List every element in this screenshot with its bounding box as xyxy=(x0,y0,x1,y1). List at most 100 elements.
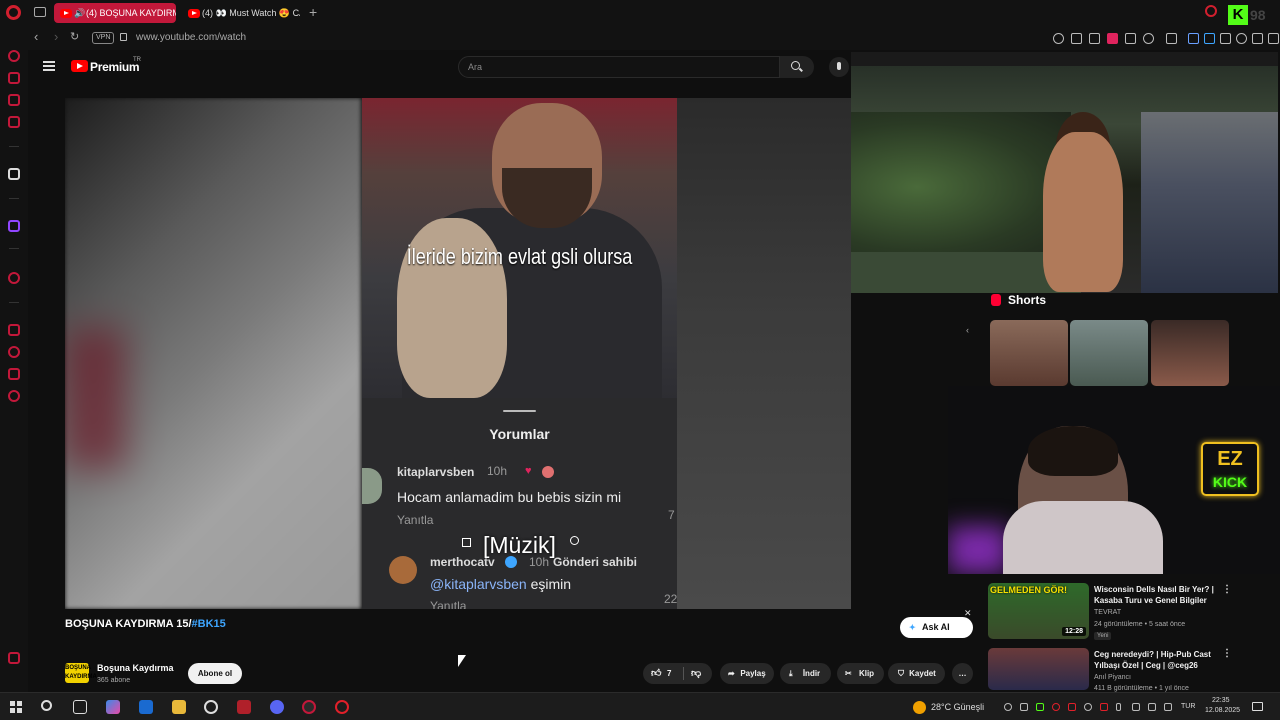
language-indicator[interactable]: TUR xyxy=(1181,703,1195,710)
more-icon[interactable]: ⋮ xyxy=(1222,584,1232,595)
shorts-prev-icon[interactable]: ‹ xyxy=(966,325,969,335)
subscribe-button[interactable]: Abone ol xyxy=(188,663,242,684)
tray-icon[interactable] xyxy=(1004,703,1012,711)
tab-audio-icon[interactable]: 🔊 xyxy=(74,3,85,23)
sidebar-aria-icon[interactable] xyxy=(8,50,20,62)
search-button[interactable] xyxy=(780,56,814,78)
microphone-icon[interactable] xyxy=(1116,703,1121,711)
sidebar-cube-icon[interactable] xyxy=(8,368,20,380)
sidebar-player-icon[interactable] xyxy=(8,272,20,284)
more-icon[interactable]: ⋮ xyxy=(1222,648,1232,659)
hashtag-link[interactable]: #BK15 xyxy=(192,618,226,630)
sidebar-history-icon[interactable] xyxy=(8,346,20,358)
sidebar-twitch-icon[interactable] xyxy=(8,220,20,232)
battery-icon[interactable] xyxy=(1164,703,1172,711)
sidebar-instagram-icon[interactable] xyxy=(8,116,20,128)
tab-boşuna-kaydirma[interactable]: 🔊 (4) BOŞUNA KAYDIRMA xyxy=(54,3,176,23)
sidebar-pin-icon[interactable] xyxy=(8,324,20,336)
clock-time[interactable]: 22:35 xyxy=(1212,697,1230,704)
bookmark-icon[interactable] xyxy=(1125,33,1136,44)
weather-text[interactable]: 28°C Güneşli xyxy=(931,702,984,712)
mention[interactable]: @kitaplarvsben xyxy=(430,576,527,592)
download-button[interactable]: ⤓ İndir xyxy=(780,663,831,684)
sidebar-bag-icon[interactable] xyxy=(8,72,20,84)
ask-ai-button[interactable]: Ask AI xyxy=(900,617,973,638)
short-thumbnail[interactable] xyxy=(1070,320,1148,386)
like-count[interactable]: 7 xyxy=(667,663,671,684)
menu-hamburger-icon[interactable] xyxy=(43,61,55,71)
weather-icon[interactable] xyxy=(913,701,926,714)
extension-red-icon[interactable] xyxy=(1107,33,1118,44)
youtube-premium-brand[interactable]: Premium xyxy=(90,60,140,74)
clip-button[interactable]: ✂ Klip xyxy=(837,663,884,684)
related-thumbnail[interactable] xyxy=(988,648,1089,690)
extensions-icon[interactable] xyxy=(1220,33,1231,44)
file-explorer-icon[interactable] xyxy=(172,700,186,714)
network-icon[interactable] xyxy=(1132,703,1140,711)
windows-start-icon[interactable] xyxy=(10,701,22,713)
sidebar-app-icon[interactable] xyxy=(8,168,20,180)
translate-icon[interactable] xyxy=(1204,33,1215,44)
pin-icon[interactable] xyxy=(1071,33,1082,44)
task-view-icon[interactable] xyxy=(73,700,87,714)
copilot-icon[interactable] xyxy=(106,700,120,714)
media-app-icon[interactable] xyxy=(237,700,251,714)
voice-search-icon[interactable] xyxy=(829,57,849,77)
tray-icon[interactable] xyxy=(1100,703,1108,711)
related-thumbnail[interactable]: GELMEDEN GÖR! 12:28 xyxy=(988,583,1089,639)
tab-must-watch[interactable]: (4) 👀 Must Watch 😍 CA xyxy=(182,3,300,23)
back-icon[interactable]: ‹ xyxy=(34,29,38,44)
taskbar-search-icon[interactable] xyxy=(41,700,52,711)
lock-icon[interactable] xyxy=(120,33,127,41)
url-field[interactable]: www.youtube.com/watch xyxy=(136,32,246,43)
sidebar-messenger-icon[interactable] xyxy=(8,94,20,106)
vpn-badge[interactable]: VPN xyxy=(92,32,115,44)
new-tab-button[interactable]: + xyxy=(309,4,317,20)
forward-icon[interactable]: › xyxy=(54,29,58,44)
related-title[interactable]: Wisconsin Dells Nasıl Bir Yer? | Kasaba … xyxy=(1094,584,1216,606)
share-button[interactable]: ➦ Paylaş xyxy=(720,663,774,684)
tab-overview-icon[interactable] xyxy=(34,7,46,17)
menu-icon[interactable] xyxy=(1268,33,1279,44)
download-icon[interactable] xyxy=(1252,33,1263,44)
reply-link[interactable]: Yanıtla xyxy=(397,513,433,527)
snapshot-icon[interactable] xyxy=(1089,33,1100,44)
tray-icon[interactable] xyxy=(1084,703,1092,711)
channel-name[interactable]: Boşuna Kaydırma xyxy=(97,663,174,673)
discord-icon[interactable] xyxy=(270,700,284,714)
notification-icon[interactable] xyxy=(1252,702,1263,711)
volume-icon[interactable] xyxy=(1148,703,1156,711)
clock-date[interactable]: 12.08.2025 xyxy=(1205,707,1240,714)
short-thumbnail[interactable] xyxy=(990,320,1068,386)
short-thumbnail[interactable] xyxy=(1151,320,1229,386)
opera-icon[interactable] xyxy=(335,700,349,714)
app-icon[interactable] xyxy=(204,700,218,714)
channel-avatar[interactable]: BOŞUNA KAYDIRMA xyxy=(65,663,97,683)
tray-discord-icon[interactable] xyxy=(1020,703,1028,711)
video-player[interactable]: İleride bizim evlat gsli olursa Yorumlar… xyxy=(65,98,851,609)
sound-icon[interactable] xyxy=(1188,33,1199,44)
related-title[interactable]: Ceg neredeydi? | Hip-Pub Cast Yılbaşı Öz… xyxy=(1094,649,1216,671)
save-button[interactable]: ⛉ Kaydet xyxy=(888,663,945,684)
opera-gx-icon[interactable] xyxy=(302,700,316,714)
related-channel[interactable]: TEVRAT xyxy=(1094,609,1121,616)
heart-icon[interactable] xyxy=(1143,33,1154,44)
dislike-icon[interactable]: 👎︎ xyxy=(691,663,701,684)
profile-icon[interactable] xyxy=(1236,33,1247,44)
opera-logo-icon[interactable] xyxy=(6,5,21,20)
drag-handle[interactable] xyxy=(503,410,536,412)
reply-link[interactable]: Yanıtla xyxy=(430,599,466,609)
reload-icon[interactable]: ↻ xyxy=(70,30,79,43)
like-icon[interactable]: 👍︎ xyxy=(651,663,661,684)
tray-icon[interactable] xyxy=(1036,703,1044,711)
search-input[interactable] xyxy=(459,57,779,77)
tray-icon[interactable] xyxy=(1068,703,1076,711)
expand-icon[interactable] xyxy=(462,538,471,547)
sidebar-settings-icon[interactable] xyxy=(8,390,20,402)
close-icon[interactable]: ✕ xyxy=(964,608,972,619)
picture-in-picture-video[interactable] xyxy=(851,52,1278,293)
sidebar-gx-icon[interactable] xyxy=(8,652,20,664)
youtube-logo-icon[interactable] xyxy=(71,60,88,72)
add-icon[interactable] xyxy=(570,536,579,545)
play-icon[interactable] xyxy=(1166,33,1177,44)
